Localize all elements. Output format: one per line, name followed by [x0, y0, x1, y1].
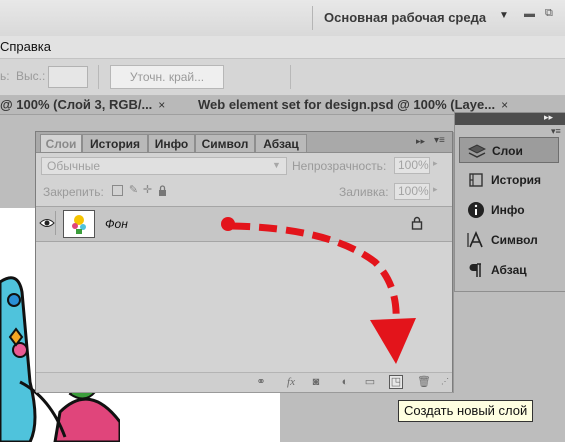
chevron-down-icon[interactable]: ▼ — [269, 158, 284, 173]
menu-bar: Справка — [0, 36, 565, 59]
adjustment-layer-icon[interactable]: ◐ — [338, 375, 352, 389]
divider — [98, 65, 99, 89]
style-label-fragment: ь: — [0, 69, 10, 83]
layer-row[interactable]: Фон — [36, 206, 452, 242]
expand-arrows-icon[interactable]: ▸▸ — [544, 112, 553, 123]
trash-icon[interactable]: 🗑 — [417, 375, 431, 389]
dock-item-label: История — [491, 173, 542, 187]
fill-label: Заливка: — [339, 185, 389, 199]
doc-tab-1[interactable]: @ 100% (Слой 3, RGB/... × — [0, 96, 190, 114]
opacity-label: Непрозрачность: — [292, 159, 387, 173]
eye-icon — [39, 219, 55, 227]
fill-input[interactable]: 100% — [394, 183, 430, 200]
dock-header[interactable]: ▸▸ — [455, 112, 565, 125]
layer-thumbnail — [63, 210, 95, 238]
lock-icon — [411, 216, 423, 230]
close-icon[interactable]: × — [501, 98, 508, 112]
tab-history[interactable]: История — [82, 134, 148, 152]
tab-paragraph[interactable]: Абзац — [255, 134, 307, 152]
close-icon[interactable]: × — [158, 98, 165, 112]
doc-tab-label: @ 100% (Слой 3, RGB/... — [0, 97, 153, 112]
options-bar: ь: Выс.: Уточн. край... — [0, 59, 565, 96]
minimize-icon[interactable]: ▬ — [524, 8, 535, 20]
divider — [290, 65, 291, 89]
layers-icon — [468, 144, 486, 158]
fx-icon[interactable]: fx — [284, 375, 298, 389]
panel-menu-icon[interactable]: ▾≡ — [434, 135, 445, 146]
restore-window-icon[interactable]: ⧉ — [545, 7, 553, 20]
menu-item-help[interactable]: Справка — [0, 39, 51, 54]
dock-item-paragraph[interactable]: Абзац — [459, 257, 559, 283]
character-icon — [467, 231, 483, 248]
chevron-down-icon[interactable]: ▼ — [499, 10, 509, 21]
dock-item-label: Слои — [492, 144, 523, 158]
panel-menu-icon[interactable]: ▾≡ — [551, 126, 561, 137]
opacity-input[interactable]: 100% — [394, 157, 430, 174]
panel-tab-bar: Слои История Инфо Символ Абзац ▸▸ ▾≡ — [36, 132, 452, 153]
dock-item-label: Абзац — [491, 263, 527, 277]
layers-panel-footer: ⚭ fx ◙ ◐ ▭ ◳ 🗑 ⋰ — [36, 372, 452, 392]
info-icon — [468, 202, 484, 218]
workspace-switcher[interactable]: Основная рабочая среда — [324, 10, 486, 25]
resize-grip-icon[interactable]: ⋰ — [438, 375, 452, 389]
lock-label: Закрепить: — [43, 185, 104, 199]
dock-item-layers[interactable]: Слои — [459, 137, 559, 163]
paragraph-icon — [469, 263, 481, 277]
history-icon — [469, 173, 483, 187]
add-mask-icon[interactable]: ◙ — [309, 375, 323, 389]
new-group-icon[interactable]: ▭ — [363, 375, 377, 389]
dock-item-label: Инфо — [491, 203, 525, 217]
blend-mode-select[interactable]: Обычные — [41, 157, 287, 175]
divider — [312, 6, 313, 30]
visibility-toggle[interactable] — [39, 211, 56, 235]
layer-name[interactable]: Фон — [105, 217, 128, 231]
refine-edge-button[interactable]: Уточн. край... — [110, 65, 224, 89]
chevron-right-icon[interactable]: ▸ — [433, 184, 438, 195]
dock-item-info[interactable]: Инфо — [459, 197, 559, 223]
tooltip: Создать новый слой — [398, 400, 534, 422]
lock-position-icon[interactable]: ✛ — [142, 185, 153, 196]
lock-all-icon[interactable] — [157, 185, 168, 196]
height-input[interactable] — [48, 66, 88, 88]
app-title-bar: Основная рабочая среда ▼ ▬ ⧉ — [0, 0, 565, 37]
tab-character[interactable]: Символ — [195, 134, 255, 152]
doc-tab-label: Web element set for design.psd @ 100% (L… — [198, 97, 496, 112]
layers-panel: Слои История Инфо Символ Абзац ▸▸ ▾≡ Обы… — [35, 131, 453, 392]
dock-item-character[interactable]: Символ — [459, 227, 559, 253]
lock-transparency-icon[interactable] — [112, 185, 123, 196]
new-layer-button[interactable]: ◳ — [389, 375, 403, 389]
collapse-arrows-icon[interactable]: ▸▸ — [416, 136, 425, 147]
tab-info[interactable]: Инфо — [148, 134, 195, 152]
link-layers-icon[interactable]: ⚭ — [254, 375, 268, 389]
dock-item-history[interactable]: История — [459, 167, 559, 193]
height-label: Выс.: — [16, 69, 46, 83]
dock-item-label: Символ — [491, 233, 538, 247]
chevron-right-icon[interactable]: ▸ — [433, 158, 438, 169]
tab-layers[interactable]: Слои — [40, 134, 82, 152]
lock-image-icon[interactable]: ✎ — [128, 185, 139, 196]
panel-dock: ▸▸ ▾≡ Слои История Инфо Символ Абзац — [454, 112, 565, 292]
